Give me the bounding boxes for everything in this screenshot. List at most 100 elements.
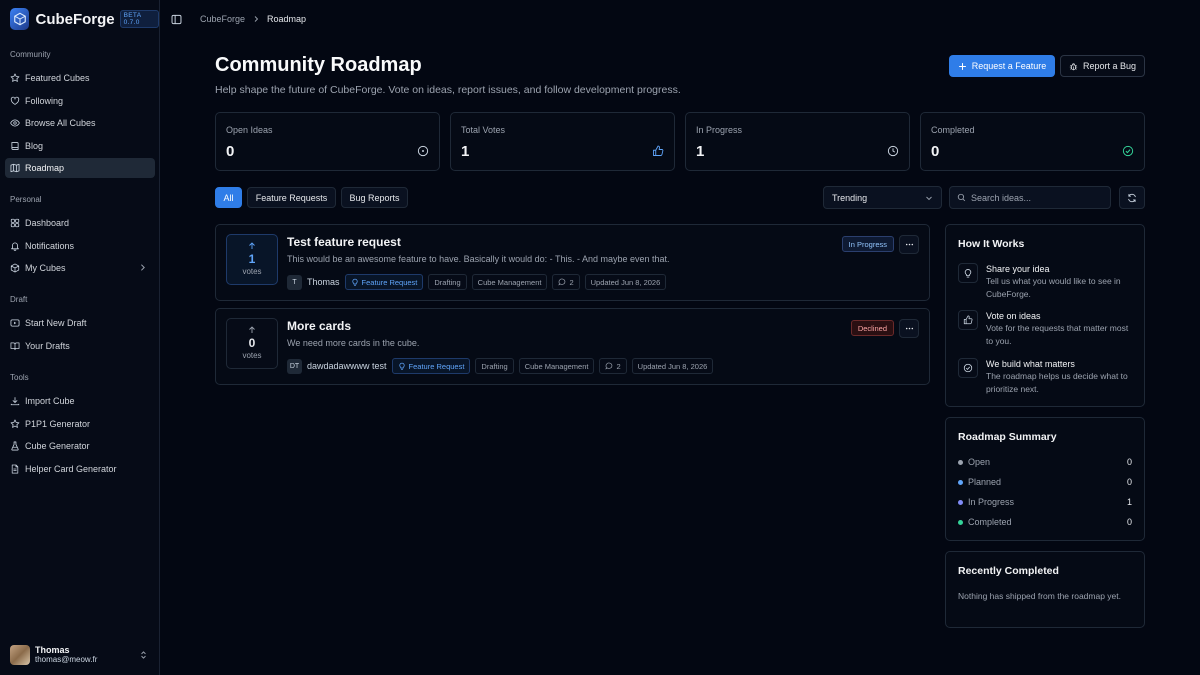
updated-date: Updated Jun 8, 2026 [631,358,714,374]
vote-count: 1 [248,252,256,266]
nav-section-tools: Tools Import Cube P1P1 Generator Cube Ge… [0,372,160,479]
nav-section-draft: Draft Start New Draft Your Drafts [0,294,160,356]
type-label: Feature Request [361,277,418,287]
idea-card[interactable]: 0 votes More cards We need more cards in… [215,308,930,385]
request-feature-button[interactable]: Request a Feature [949,55,1055,77]
status-badge: Declined [850,320,894,336]
stat-label: Completed [931,125,975,135]
sidebar-item-my-cubes[interactable]: My Cubes [5,258,155,278]
sidebar-item-p1p1-generator[interactable]: P1P1 Generator [5,414,155,434]
filter-feature-requests-button[interactable]: Feature Requests [247,187,336,208]
sidebar-item-label: Your Drafts [25,340,70,351]
sidebar-item-label: Roadmap [25,163,65,173]
sort-selected: Trending [832,192,868,203]
category-tag: Cube Management [471,274,548,290]
lightbulb-icon [351,278,358,286]
type-badge: Feature Request [344,274,424,290]
bug-icon [1069,62,1078,70]
more-options-button[interactable] [899,319,919,338]
user-email: thomas@meow.fr [35,655,98,664]
stat-value: 0 [931,143,940,160]
status-dot [958,459,963,465]
more-options-button[interactable] [899,235,919,254]
comment-count[interactable]: 2 [552,274,580,290]
summary-row: In Progress 1 [958,495,1132,509]
breadcrumb-root[interactable]: CubeForge [200,14,245,24]
sidebar-item-your-drafts[interactable]: Your Drafts [5,336,155,356]
upvote-button[interactable]: 0 votes [226,318,278,369]
sidebar-item-browse-all-cubes[interactable]: Browse All Cubes [5,113,155,133]
chevrons-up-down-icon [141,651,146,659]
play-icon [10,319,20,327]
idea-card[interactable]: 1 votes Test feature request This would … [215,224,930,301]
cube-logo-icon [10,8,30,30]
sidebar-item-start-new-draft[interactable]: Start New Draft [5,313,155,333]
sidebar-item-import-cube[interactable]: Import Cube [5,391,155,411]
book-icon [11,141,19,150]
summary-count: 0 [1126,477,1132,487]
refresh-button[interactable] [1119,186,1145,209]
sidebar-item-blog[interactable]: Blog [5,136,155,156]
sidebar-item-following[interactable]: Following [5,91,155,111]
user-menu[interactable]: Thomas thomas@meow.fr [10,644,150,666]
how-step: Share your idea Tell us what you would l… [958,263,1136,300]
filter-all-button[interactable]: All [215,187,242,208]
stat-label: Total Votes [461,125,506,135]
sidebar-item-featured-cubes[interactable]: Featured Cubes [5,68,155,88]
author-name: dawdadawwww test [307,361,387,371]
brand[interactable]: CubeForge BETA 0.7.0 [10,8,159,30]
page-title: Community Roadmap [215,54,422,76]
sidebar-item-helper-card-generator[interactable]: Helper Card Generator [5,459,155,479]
summary-label: Completed [968,517,1012,527]
summary-row: Open 0 [958,455,1132,469]
sidebar: CubeForge BETA 0.7.0 Community Featured … [0,0,160,675]
sidebar-item-dashboard[interactable]: Dashboard [5,213,155,233]
sidebar-item-label: Start New Draft [25,318,87,328]
stat-card-open-ideas: Open Ideas 0 [215,112,440,171]
eye-icon [10,119,20,127]
summary-row: Completed 0 [958,515,1132,529]
request-feature-label: Request a Feature [971,61,1047,71]
type-label: Feature Request [408,361,465,371]
thumbs-up-icon [963,315,973,325]
idea-title[interactable]: More cards [287,319,351,333]
sidebar-item-label: Featured Cubes [25,73,90,83]
roadmap-summary-panel: Roadmap Summary Open 0 Planned 0 In Prog… [945,417,1145,541]
upvote-button[interactable]: 1 votes [226,234,278,285]
nav-section-personal: Personal Dashboard Notifications My Cube… [0,194,160,278]
sort-select[interactable]: Trending [823,186,942,209]
stat-value: 0 [226,143,235,160]
summary-label: In Progress [968,497,1015,507]
nav-heading: Personal [10,195,42,204]
stat-value: 1 [696,143,705,160]
check-circle-icon [1122,145,1134,157]
sidebar-item-label: Blog [25,140,44,151]
sidebar-item-cube-generator[interactable]: Cube Generator [5,436,155,456]
chevron-right-icon [141,264,145,271]
sidebar-item-roadmap[interactable]: Roadmap [5,158,155,178]
check-circle-icon [963,363,973,373]
idea-title[interactable]: Test feature request [287,235,401,249]
sidebar-toggle-icon[interactable] [171,14,182,25]
comment-count-value: 2 [569,277,574,287]
stat-card-total-votes: Total Votes 1 [450,112,675,171]
download-icon [10,397,20,406]
brand-name: CubeForge [35,10,115,28]
category-tag: Drafting [428,274,467,290]
breadcrumb-current: Roadmap [267,14,307,24]
bell-icon [11,241,19,251]
search-box [949,186,1111,209]
lightbulb-icon [398,362,405,370]
comment-count[interactable]: 2 [599,358,627,374]
breadcrumb: CubeForge Roadmap [200,14,306,24]
sidebar-item-notifications[interactable]: Notifications [5,236,155,256]
report-bug-button[interactable]: Report a Bug [1060,55,1145,77]
search-input[interactable] [971,192,1101,203]
sidebar-item-label: Helper Card Generator [25,463,117,474]
heart-icon [10,96,20,105]
status-dot [958,499,963,505]
filter-bug-reports-button[interactable]: Bug Reports [341,187,408,208]
how-it-works-panel: How It Works Share your idea Tell us wha… [945,224,1145,407]
grid-icon [10,218,20,228]
step-title: Vote on ideas [986,311,1041,321]
